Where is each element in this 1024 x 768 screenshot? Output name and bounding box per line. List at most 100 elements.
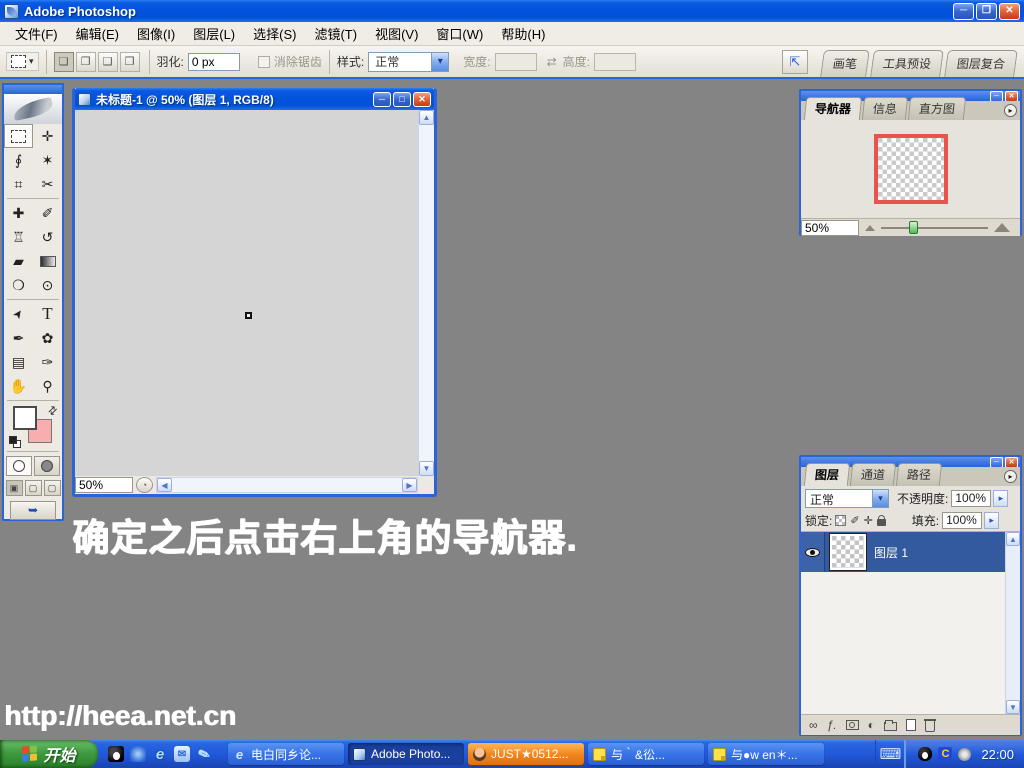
- input-method-section[interactable]: ⌨: [875, 740, 905, 768]
- doc-maximize-button[interactable]: □: [393, 92, 411, 107]
- tool-move[interactable]: ✛: [33, 124, 62, 148]
- new-layer-icon[interactable]: [906, 719, 916, 731]
- tool-brush[interactable]: ✐: [33, 201, 62, 225]
- navigator-preview[interactable]: [801, 120, 1020, 218]
- tool-rectangular-marquee[interactable]: [4, 124, 33, 148]
- tool-notes[interactable]: ▤: [4, 350, 33, 374]
- horizontal-scrollbar[interactable]: ◀ ▶: [156, 477, 418, 493]
- outlook-express-icon[interactable]: ✉: [174, 746, 190, 762]
- tool-crop[interactable]: ⌗: [4, 172, 33, 196]
- tool-clone-stamp[interactable]: ♖: [4, 225, 33, 249]
- opacity-slider-icon[interactable]: ▸: [993, 490, 1008, 507]
- tab-info[interactable]: 信息: [862, 97, 908, 120]
- adjustment-layer-icon[interactable]: ◐: [868, 718, 875, 732]
- lock-position-icon[interactable]: ✛: [864, 514, 873, 527]
- start-button[interactable]: 开始: [0, 740, 98, 768]
- chevron-down-icon[interactable]: ▾: [431, 53, 448, 71]
- antialias-checkbox[interactable]: [258, 56, 270, 68]
- menu-window[interactable]: 窗口(W): [427, 21, 492, 46]
- tab-tool-presets[interactable]: 工具预设: [870, 50, 944, 77]
- tab-layer-comps[interactable]: 图层复合: [944, 50, 1018, 77]
- layer-thumbnail[interactable]: [830, 534, 866, 570]
- tool-zoom[interactable]: ⚲: [33, 374, 62, 398]
- media-player-icon[interactable]: [130, 746, 146, 762]
- current-tool-preset[interactable]: ▾: [6, 52, 39, 71]
- panel-menu-icon[interactable]: ▸: [1004, 104, 1017, 117]
- taskbar-button-chat1[interactable]: 与｀&彸...: [588, 743, 704, 765]
- menu-select[interactable]: 选择(S): [244, 21, 305, 46]
- doc-minimize-button[interactable]: ─: [373, 92, 391, 107]
- document-canvas[interactable]: [75, 110, 418, 476]
- tool-hand[interactable]: ✋: [4, 374, 33, 398]
- tab-layers[interactable]: 图层: [804, 463, 850, 486]
- zoom-percentage-field[interactable]: [75, 477, 133, 493]
- menu-layer[interactable]: 图层(L): [184, 21, 244, 46]
- menu-filter[interactable]: 滤镜(T): [305, 21, 366, 46]
- visibility-toggle[interactable]: [801, 532, 825, 572]
- app-titlebar[interactable]: Adobe Photoshop ─ ❐ ✕: [0, 0, 1024, 22]
- foreground-color-swatch[interactable]: [13, 406, 37, 430]
- add-layer-mask-icon[interactable]: [846, 720, 859, 730]
- feather-input[interactable]: [188, 53, 240, 71]
- swap-dimensions-icon[interactable]: ⇄: [547, 55, 557, 69]
- scroll-up-icon[interactable]: ▲: [419, 110, 434, 125]
- standard-mode-button[interactable]: [6, 456, 32, 476]
- tab-brushes[interactable]: 画笔: [820, 50, 870, 77]
- tab-histogram[interactable]: 直方图: [908, 97, 966, 120]
- scroll-down-icon[interactable]: ▼: [419, 461, 434, 476]
- fullscreen-mode-button[interactable]: ▢: [44, 480, 61, 496]
- tool-lasso[interactable]: ∮: [4, 148, 33, 172]
- scroll-up-icon[interactable]: ▲: [1006, 532, 1020, 546]
- tool-blur[interactable]: ❍: [4, 273, 33, 297]
- lock-all-icon[interactable]: [877, 519, 886, 526]
- opacity-value[interactable]: 100%: [951, 490, 991, 507]
- qq-quicklaunch-icon[interactable]: [108, 746, 124, 762]
- link-layers-icon[interactable]: ∞: [809, 718, 818, 732]
- layer-name[interactable]: 图层 1: [874, 544, 908, 561]
- taskbar-clock[interactable]: 22:00: [981, 747, 1014, 762]
- selection-mode-intersect-button[interactable]: ❒: [120, 52, 140, 72]
- zoom-out-icon[interactable]: [865, 225, 875, 231]
- selection-mode-subtract-button[interactable]: ❑: [98, 52, 118, 72]
- navigator-zoom-slider[interactable]: [881, 227, 988, 229]
- tab-navigator[interactable]: 导航器: [804, 97, 862, 120]
- panel-minimize-button[interactable]: ─: [990, 457, 1003, 468]
- tool-eraser[interactable]: ▰: [4, 249, 33, 273]
- quick-mask-mode-button[interactable]: [34, 456, 60, 476]
- menu-view[interactable]: 视图(V): [366, 21, 427, 46]
- qq-tray-icon[interactable]: [918, 747, 932, 761]
- menu-edit[interactable]: 编辑(E): [67, 21, 128, 46]
- lock-transparency-icon[interactable]: [835, 515, 846, 526]
- tool-dodge[interactable]: ⊙: [33, 273, 62, 297]
- document-titlebar[interactable]: 未标题-1 @ 50% (图层 1, RGB/8) ─ □ ✕: [75, 88, 434, 110]
- tool-custom-shape[interactable]: ✿: [33, 326, 62, 350]
- layers-scrollbar[interactable]: ▲ ▼: [1005, 532, 1020, 714]
- zoom-in-icon[interactable]: [994, 223, 1010, 232]
- new-group-icon[interactable]: [884, 722, 897, 731]
- pen-quicklaunch-icon[interactable]: ✎: [194, 744, 215, 765]
- volume-icon[interactable]: [958, 748, 971, 761]
- close-button[interactable]: ✕: [999, 3, 1020, 20]
- tool-eyedropper[interactable]: ✑: [33, 350, 62, 374]
- style-dropdown[interactable]: 正常 ▾: [368, 52, 449, 72]
- navigator-thumbnail[interactable]: [874, 134, 948, 204]
- tool-type[interactable]: T: [33, 302, 62, 326]
- taskbar-button-photoshop[interactable]: Adobe Photo...: [348, 743, 464, 765]
- menu-image[interactable]: 图像(I): [128, 21, 184, 46]
- tool-pen[interactable]: ✒: [4, 326, 33, 350]
- layer-row-selected[interactable]: 图层 1: [801, 532, 1005, 572]
- fill-slider-icon[interactable]: ▸: [984, 512, 999, 529]
- panel-menu-icon[interactable]: ▸: [1004, 470, 1017, 483]
- messenger-tray-icon[interactable]: C: [938, 747, 952, 761]
- tab-paths[interactable]: 路径: [896, 463, 942, 486]
- tool-magic-wand[interactable]: ✶: [33, 148, 62, 172]
- slider-thumb[interactable]: [909, 221, 918, 234]
- tool-slice[interactable]: ✂: [33, 172, 62, 196]
- taskbar-button-chat2[interactable]: 与●w en＊...: [708, 743, 824, 765]
- scroll-left-icon[interactable]: ◀: [157, 478, 172, 492]
- fill-value[interactable]: 100%: [942, 512, 982, 529]
- toolbox-drag-grip[interactable]: [4, 85, 62, 94]
- layer-style-icon[interactable]: ƒ.: [827, 718, 837, 732]
- jump-to-imageready-button[interactable]: ➥: [10, 501, 56, 520]
- taskbar-button-just0512[interactable]: JUST★0512...: [468, 743, 584, 765]
